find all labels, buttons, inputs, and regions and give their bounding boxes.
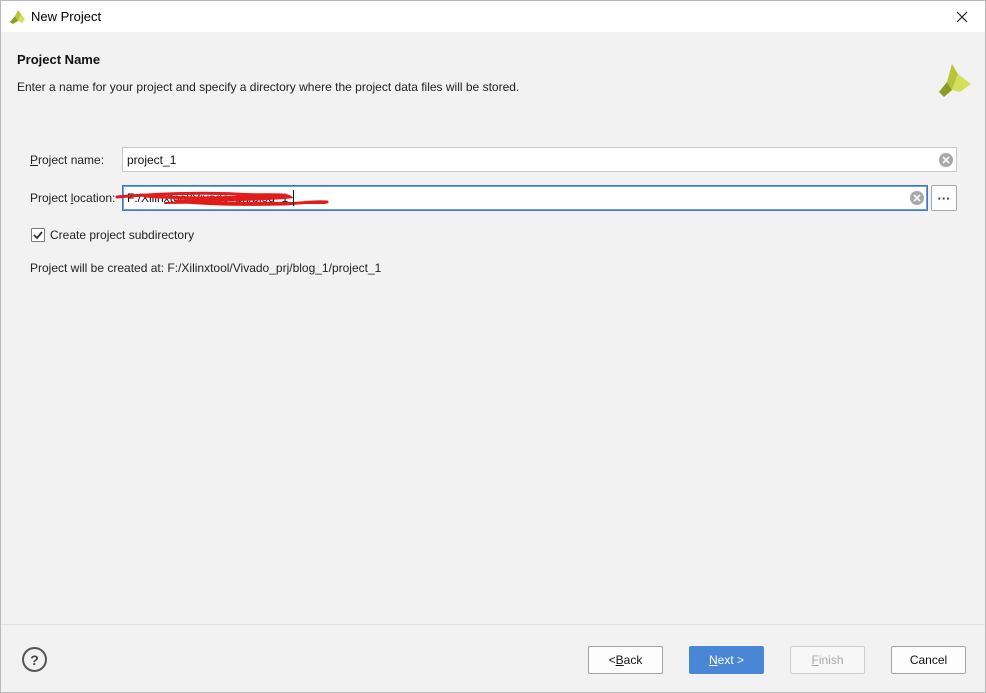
project-location-label: Project location: [30, 191, 115, 205]
page-title: Project Name [17, 52, 101, 67]
vivado-logo-icon [10, 10, 25, 24]
project-name-label: Project name: [30, 153, 104, 167]
close-button[interactable] [939, 1, 985, 32]
back-button-mnemonic: B [615, 653, 624, 667]
create-subdirectory-checkbox[interactable] [31, 228, 45, 242]
finish-button-text: inish [818, 653, 844, 667]
back-button-text: ack [623, 653, 643, 667]
dialog-footer: ? < Back Next > Finish Cancel [1, 624, 985, 692]
cancel-button[interactable]: Cancel [891, 646, 966, 674]
help-button[interactable]: ? [22, 647, 47, 672]
help-icon: ? [30, 651, 39, 668]
next-button-text: ext > [717, 653, 745, 667]
window-title: New Project [31, 9, 102, 24]
title-bar: New Project [1, 1, 985, 32]
browse-button[interactable]: ··· [931, 185, 957, 211]
project-name-label-mnemonic: P [30, 153, 39, 167]
project-path-info: Project will be created at: F:/Xilinxtoo… [30, 261, 382, 275]
page-description: Enter a name for your project and specif… [17, 80, 520, 94]
redaction-scribble [115, 191, 329, 206]
clear-icon[interactable] [909, 190, 925, 206]
checkmark-icon [33, 231, 43, 240]
next-button[interactable]: Next > [689, 646, 764, 674]
project-name-input[interactable]: project_1 [122, 147, 957, 172]
new-project-dialog: New Project Project Name Enter a name fo… [0, 0, 986, 693]
text-cursor [293, 190, 294, 206]
close-icon [956, 11, 968, 22]
finish-button[interactable]: Finish [790, 646, 865, 674]
clear-icon[interactable] [938, 152, 954, 168]
back-button-prefix: < [608, 653, 616, 667]
create-subdirectory-label[interactable]: Create project subdirectory [50, 228, 194, 242]
project-name-label-text: roject name: [38, 153, 105, 167]
next-button-mnemonic: N [708, 653, 718, 667]
finish-button-mnemonic: F [811, 653, 819, 667]
vivado-logo [939, 64, 971, 97]
project-name-value: project_1 [127, 153, 177, 167]
back-button[interactable]: < Back [588, 646, 663, 674]
project-location-label-prefix: Project [30, 191, 71, 205]
page-header: Project Name Enter a name for your proje… [1, 32, 985, 116]
project-location-label-text: ocation: [73, 191, 116, 205]
project-location-input[interactable]: F:/Xilinxtool/Vivado_prj/blog_1 [115, 185, 928, 211]
